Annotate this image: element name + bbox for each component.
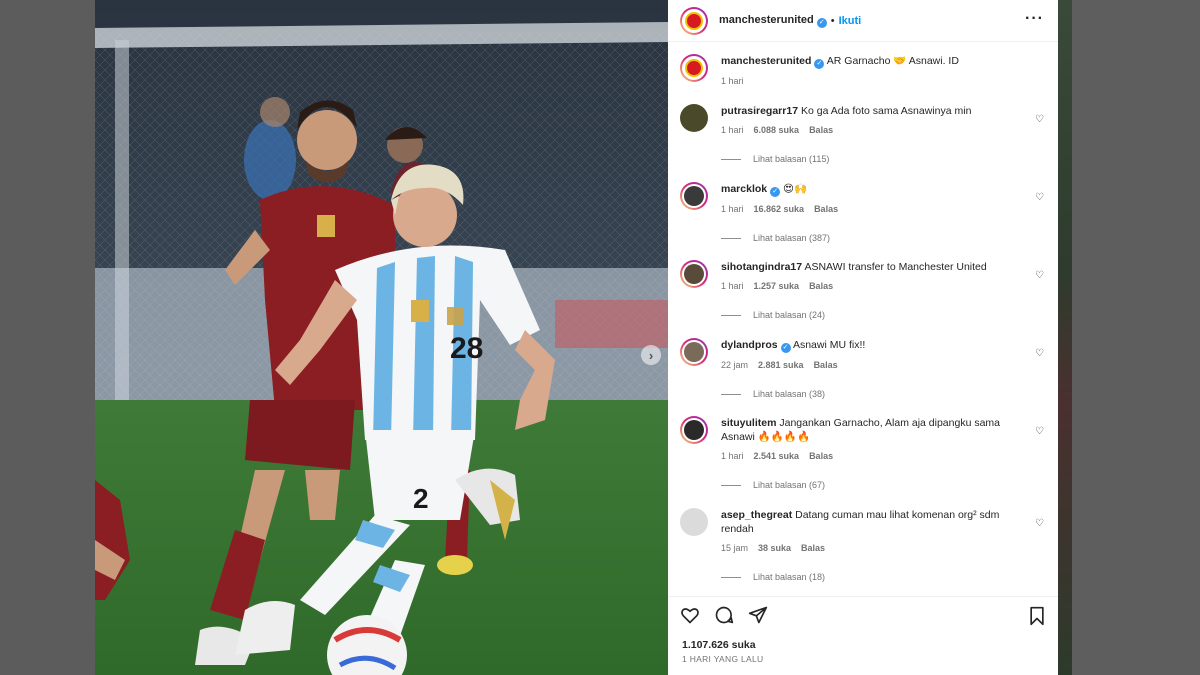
comment-likes[interactable]: 2.541 suka: [754, 451, 800, 461]
post-panel: manchesterunited ✓ • Ikuti ··· manchester…: [668, 0, 1058, 675]
comment-text: Asnawi MU fix!!: [792, 339, 866, 351]
more-options-icon[interactable]: ···: [1025, 10, 1044, 28]
view-replies[interactable]: Lihat balasan (387): [721, 231, 1021, 245]
comment-time[interactable]: 1 hari: [721, 281, 744, 291]
heart-icon[interactable]: ♡: [1035, 348, 1044, 359]
heart-icon[interactable]: ♡: [1035, 270, 1044, 281]
post-actions: 1.107.626 suka 1 HARI YANG LALU: [668, 596, 1058, 675]
comment-time[interactable]: 1 hari: [721, 204, 744, 214]
author-avatar[interactable]: [680, 6, 708, 35]
comment-time[interactable]: 1 hari: [721, 451, 744, 461]
share-icon[interactable]: [748, 605, 768, 625]
verified-icon: ✓: [770, 187, 781, 197]
comment-username[interactable]: situyulitem: [721, 417, 776, 429]
reply-button[interactable]: Balas: [809, 281, 833, 291]
commenter-avatar[interactable]: [680, 338, 708, 366]
next-photo-button[interactable]: ›: [641, 345, 661, 365]
comment-likes[interactable]: 6.088 suka: [754, 125, 800, 135]
reply-button[interactable]: Balas: [814, 360, 838, 370]
reply-button[interactable]: Balas: [809, 451, 833, 461]
like-count[interactable]: 1.107.626 suka: [682, 639, 756, 651]
author-username[interactable]: manchesterunited ✓: [719, 14, 827, 28]
reply-button[interactable]: Balas: [809, 125, 833, 135]
author-avatar[interactable]: [680, 54, 708, 82]
caption-time[interactable]: 1 hari: [721, 76, 744, 86]
photo-illustration: 28 2: [95, 0, 668, 675]
view-replies[interactable]: Lihat balasan (24): [721, 308, 1021, 322]
jersey-number: 28: [450, 332, 483, 365]
comment-username[interactable]: putrasiregarr17: [721, 105, 798, 117]
backdrop-right: [1058, 0, 1200, 675]
comment-time[interactable]: 22 jam: [721, 360, 748, 370]
comment-username[interactable]: asep_thegreat: [721, 509, 792, 521]
comment-username[interactable]: sihotangindra17: [721, 261, 802, 273]
heart-icon[interactable]: ♡: [1035, 114, 1044, 125]
comments-list[interactable]: manchesterunited ✓ AR Garnacho 🤝 Asnawi. …: [668, 42, 1058, 596]
heart-icon[interactable]: [680, 605, 700, 625]
view-replies[interactable]: Lihat balasan (18): [721, 570, 1021, 584]
backdrop-left: [0, 0, 95, 675]
follow-button[interactable]: Ikuti: [839, 15, 862, 27]
view-replies[interactable]: Lihat balasan (38): [721, 387, 1021, 401]
view-replies[interactable]: Lihat balasan (67): [721, 478, 1021, 492]
comment-likes[interactable]: 1.257 suka: [754, 281, 800, 291]
comment-time[interactable]: 1 hari: [721, 125, 744, 135]
heart-icon[interactable]: ♡: [1035, 192, 1044, 203]
heart-icon[interactable]: ♡: [1035, 518, 1044, 529]
commenter-avatar[interactable]: [680, 104, 708, 132]
comment-text: Ko ga Ada foto sama Asnawinya min: [800, 105, 972, 117]
verified-icon: ✓: [780, 343, 791, 353]
view-replies[interactable]: Lihat balasan (115): [721, 152, 1021, 166]
comment-time[interactable]: 15 jam: [721, 543, 748, 553]
comment-icon[interactable]: [714, 605, 734, 625]
svg-text:2: 2: [413, 483, 429, 514]
verified-icon: ✓: [814, 59, 825, 69]
comment-text: 😍🙌: [783, 183, 808, 195]
separator: •: [830, 14, 835, 27]
caption-username[interactable]: manchesterunited ✓: [721, 55, 825, 69]
comment-likes[interactable]: 38 suka: [758, 543, 791, 553]
reply-button[interactable]: Balas: [814, 204, 838, 214]
comment-likes[interactable]: 2.881 suka: [758, 360, 804, 370]
commenter-avatar[interactable]: [680, 182, 708, 210]
reply-button[interactable]: Balas: [801, 543, 825, 553]
commenter-avatar[interactable]: [680, 260, 708, 288]
comment-likes[interactable]: 16.862 suka: [754, 204, 805, 214]
caption-text: AR Garnacho 🤝 Asnawi. ID: [826, 55, 959, 67]
comment-username[interactable]: dylandpros ✓: [721, 339, 791, 353]
comment-text: ASNAWI transfer to Manchester United: [804, 261, 987, 273]
post-photo: 28 2 ›: [95, 0, 668, 675]
heart-icon[interactable]: ♡: [1035, 426, 1044, 437]
comment-username[interactable]: marcklok ✓: [721, 183, 781, 197]
verified-icon: ✓: [816, 17, 827, 28]
post-header: manchesterunited ✓ • Ikuti ···: [668, 0, 1058, 42]
bookmark-icon[interactable]: [1028, 606, 1046, 626]
chevron-right-icon: ›: [648, 347, 654, 363]
commenter-avatar[interactable]: [680, 508, 708, 536]
commenter-avatar[interactable]: [680, 416, 708, 444]
post-date: 1 HARI YANG LALU: [682, 654, 764, 664]
